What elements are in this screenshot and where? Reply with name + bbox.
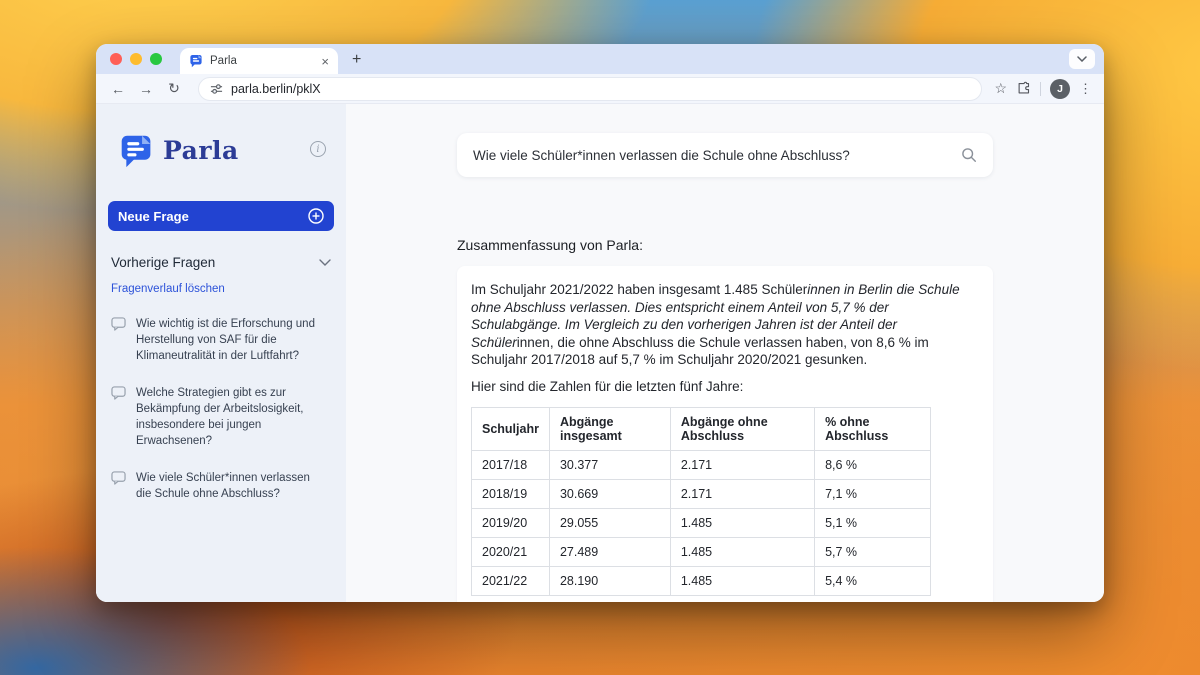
close-tab-icon[interactable]: × [321,55,329,68]
col-schuljahr: Schuljahr [472,407,550,450]
new-tab-button[interactable]: + [352,51,361,69]
summary-heading: Zusammenfassung von Parla: [457,237,993,253]
browser-menu-icon[interactable]: ⋮ [1079,81,1092,97]
reload-button[interactable]: ↻ [162,78,186,100]
toolbar-divider [1040,82,1041,96]
main-area: Wie viele Schüler*innen verlassen die Sc… [346,104,1104,602]
profile-avatar[interactable]: J [1050,79,1070,99]
browser-window: Parla × + ← → ↻ parla.berlin/pklX ☆ [96,44,1104,602]
site-settings-icon [210,83,223,95]
table-row: 2018/19 30.669 2.171 7,1 % [472,479,931,508]
clear-history-link[interactable]: Fragenverlauf löschen [108,283,334,295]
question-label: Welche Strategien gibt es zur Bekämpfung… [136,385,326,449]
answer-card: Im Schuljahr 2021/2022 haben insgesamt 1… [457,266,993,602]
speech-bubble-icon [111,471,126,485]
question-label: Wie viele Schüler*innen verlassen die Sc… [136,470,326,502]
close-window-button[interactable] [110,53,122,65]
sidebar: Parla i Neue Frage Vorherige Fragen Frag… [96,104,346,602]
speech-bubble-icon [111,386,126,400]
parla-logo-icon [118,132,155,169]
page-content: Parla i Neue Frage Vorherige Fragen Frag… [96,104,1104,602]
new-question-label: Neue Frage [118,209,189,224]
table-row: 2017/18 30.377 2.171 8,6 % [472,450,931,479]
summary-paragraph: Im Schuljahr 2021/2022 haben insgesamt 1… [471,281,979,369]
tab-search-button[interactable] [1069,49,1095,69]
col-prozent-ohne-abschluss: % ohne Abschluss [815,407,931,450]
question-label: Wie wichtig ist die Erforschung und Hers… [136,316,326,364]
traffic-lights [96,44,172,74]
brand-row: Parla i [108,132,334,169]
forward-button[interactable]: → [134,78,158,100]
previous-questions-label: Vorherige Fragen [111,255,215,270]
sidebar-question-item[interactable]: Wie wichtig ist die Erforschung und Hers… [108,316,334,364]
chevron-down-icon [1077,56,1087,62]
search-icon[interactable] [961,147,977,163]
table-header-row: Schuljahr Abgänge insgesamt Abgänge ohne… [472,407,931,450]
table-intro: Hier sind die Zahlen für die letzten fün… [471,379,979,394]
results-table: Schuljahr Abgänge insgesamt Abgänge ohne… [471,407,931,596]
speech-bubble-icon [111,317,126,331]
url-text: parla.berlin/pklX [231,82,321,96]
brand-wordmark: Parla [163,136,239,165]
sidebar-question-item[interactable]: Wie viele Schüler*innen verlassen die Sc… [108,470,334,502]
new-question-button[interactable]: Neue Frage [108,201,334,231]
col-abgaenge-insgesamt: Abgänge insgesamt [549,407,670,450]
tab-title: Parla [210,55,314,67]
extensions-icon[interactable] [1016,81,1031,96]
toolbar-right-cluster: ☆ J ⋮ [994,79,1094,99]
chevron-down-icon [319,259,331,266]
sidebar-question-item[interactable]: Welche Strategien gibt es zur Bekämpfung… [108,385,334,449]
address-bar[interactable]: parla.berlin/pklX [198,77,982,101]
back-button[interactable]: ← [106,78,130,100]
bookmark-star-icon[interactable]: ☆ [994,80,1007,97]
maximize-window-button[interactable] [150,53,162,65]
col-abgaenge-ohne-abschluss: Abgänge ohne Abschluss [670,407,814,450]
plus-circle-icon [308,208,324,224]
question-search-field[interactable]: Wie viele Schüler*innen verlassen die Sc… [457,133,993,177]
table-row: 2021/22 28.190 1.485 5,4 % [472,566,931,595]
browser-tab-parla[interactable]: Parla × [180,48,338,74]
minimize-window-button[interactable] [130,53,142,65]
tab-strip: Parla × + [96,44,1104,74]
search-value: Wie viele Schüler*innen verlassen die Sc… [473,148,951,163]
browser-toolbar: ← → ↻ parla.berlin/pklX ☆ J ⋮ [96,74,1104,104]
table-row: 2019/20 29.055 1.485 5,1 % [472,508,931,537]
table-row: 2020/21 27.489 1.485 5,7 % [472,537,931,566]
info-icon[interactable]: i [310,141,326,157]
parla-favicon [189,54,203,68]
previous-questions-toggle[interactable]: Vorherige Fragen [108,255,334,270]
